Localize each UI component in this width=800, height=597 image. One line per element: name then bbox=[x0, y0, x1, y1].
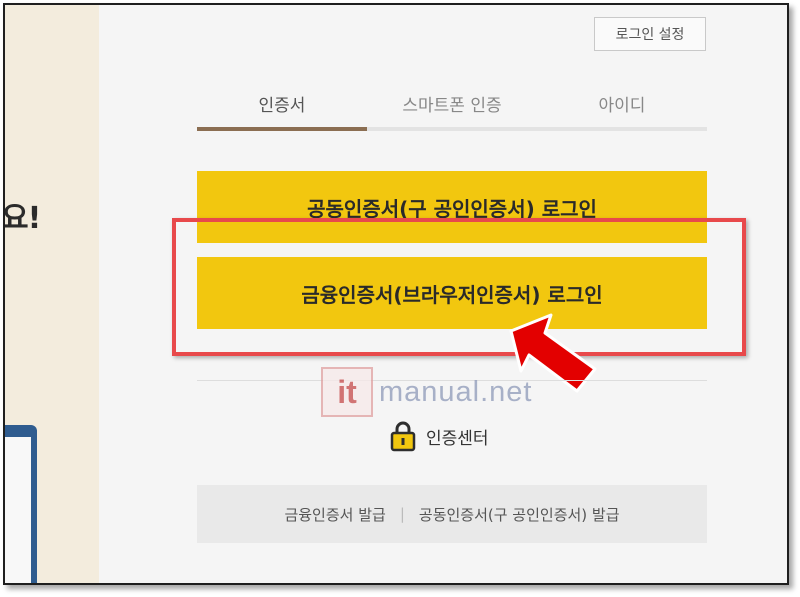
banner-partial-text: 요! bbox=[5, 201, 41, 236]
left-banner-panel: 요! bbox=[5, 5, 99, 583]
joint-cert-login-button[interactable]: 공동인증서(구 공인인증서) 로그인 bbox=[197, 171, 707, 243]
watermark-site-text: manual.net bbox=[379, 375, 533, 408]
tab-underline bbox=[197, 127, 707, 131]
login-settings-button[interactable]: 로그인 설정 bbox=[594, 17, 706, 51]
joint-cert-issue-link[interactable]: 공동인증서(구 공인인증서) 발급 bbox=[419, 504, 620, 525]
watermark-logo: it manual.net bbox=[321, 367, 533, 417]
financial-cert-issue-link[interactable]: 금융인증서 발급 bbox=[284, 504, 385, 525]
lock-icon bbox=[390, 421, 416, 452]
tab-active-indicator bbox=[197, 127, 367, 131]
issue-links-bar: 금융인증서 발급 | 공동인증서(구 공인인증서) 발급 bbox=[197, 485, 707, 543]
watermark-logo-box: it bbox=[321, 367, 373, 417]
device-screen bbox=[5, 437, 31, 583]
link-separator: | bbox=[399, 505, 405, 523]
tab-id-login[interactable]: 아이디 bbox=[537, 79, 707, 127]
tab-smartphone-auth[interactable]: 스마트폰 인증 bbox=[367, 79, 537, 127]
tab-certificate[interactable]: 인증서 bbox=[197, 79, 367, 127]
login-method-tabs: 인증서 스마트폰 인증 아이디 bbox=[197, 79, 707, 131]
cert-center-link[interactable]: 인증센터 bbox=[390, 419, 489, 453]
financial-cert-login-button[interactable]: 금융인증서(브라우저인증서) 로그인 bbox=[197, 257, 707, 329]
screenshot-frame: 요! 로그인 설정 인증서 스마트폰 인증 아이디 공동인증서(구 공인인증서)… bbox=[3, 3, 789, 585]
cert-center-label: 인증센터 bbox=[426, 428, 489, 449]
device-illustration bbox=[5, 425, 37, 583]
